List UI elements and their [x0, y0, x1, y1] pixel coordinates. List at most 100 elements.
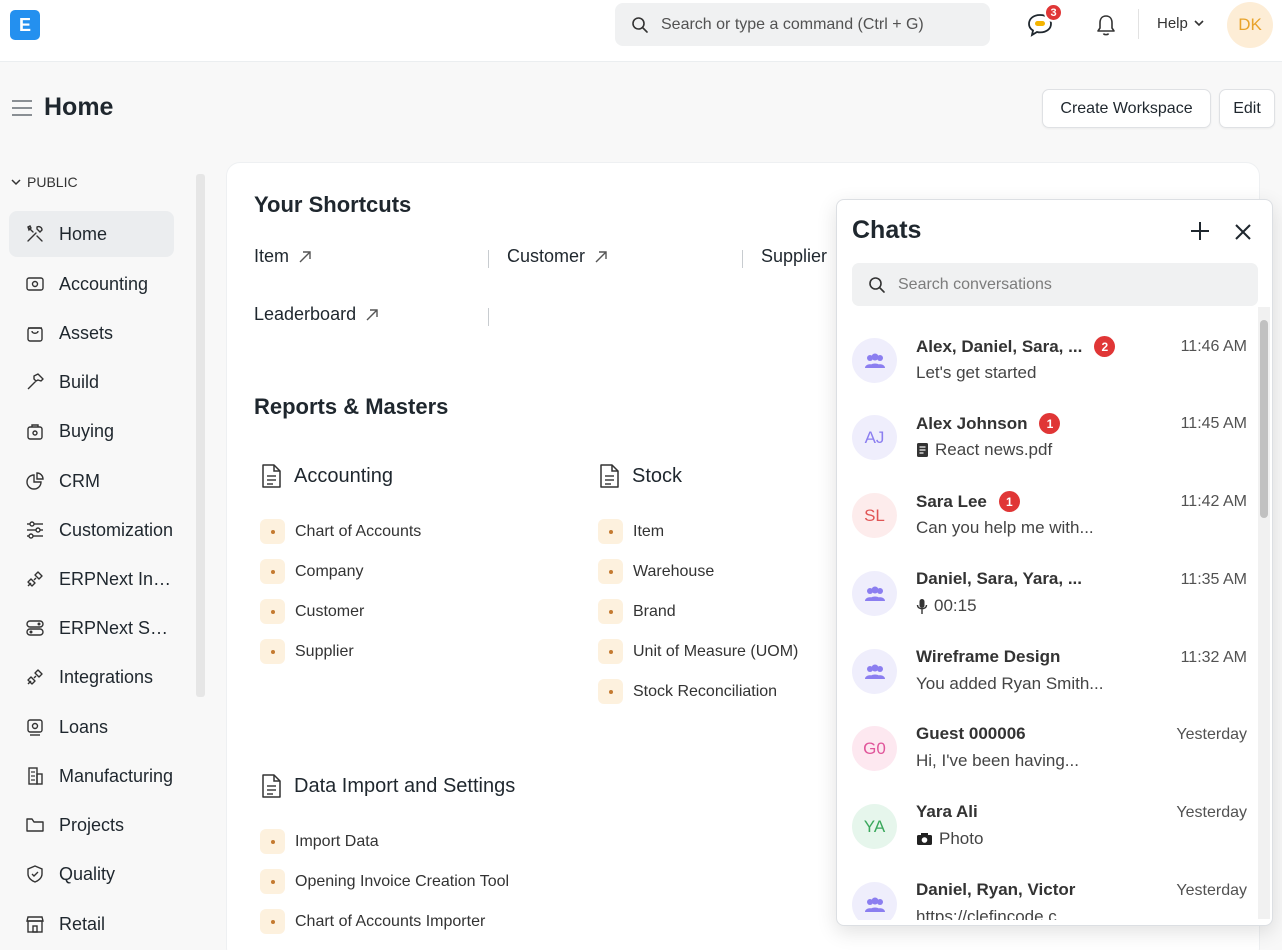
sidebar-section-public[interactable]: PUBLIC: [11, 174, 78, 190]
camera-icon: [917, 833, 932, 845]
chat-list-item[interactable]: Daniel, Ryan, Victor Yesterday https://c…: [852, 874, 1247, 920]
sidebar-item-erpnext-settings[interactable]: ERPNext Settings: [9, 605, 174, 651]
close-icon[interactable]: [1232, 221, 1254, 243]
link-opening-invoice[interactable]: Opening Invoice Creation Tool: [260, 869, 509, 894]
document-icon: [262, 774, 281, 798]
avatar: SL: [852, 493, 897, 538]
chat-list-item[interactable]: Alex, Daniel, Sara, ... 2 11:46 AM Let's …: [852, 330, 1247, 404]
user-avatar[interactable]: DK: [1227, 2, 1273, 48]
conversation-search-input[interactable]: Search conversations: [852, 263, 1258, 306]
sidebar-item-assets[interactable]: Assets: [9, 310, 174, 356]
group-avatar-icon: [852, 571, 897, 616]
chat-name-text: Daniel, Ryan, Victor: [916, 880, 1076, 899]
link-warehouse[interactable]: Warehouse: [598, 559, 714, 584]
sidebar-item-projects[interactable]: Projects: [9, 802, 174, 848]
bullet-icon: [260, 639, 285, 664]
sidebar-item-erpnext-integrations[interactable]: ERPNext Integrations: [9, 556, 174, 602]
app-logo[interactable]: E: [10, 10, 40, 40]
plus-icon[interactable]: [1188, 219, 1212, 243]
sidebar-item-buying[interactable]: Buying: [9, 408, 174, 454]
sidebar-item-accounting[interactable]: Accounting: [9, 261, 174, 307]
sidebar-item-loans[interactable]: Loans: [9, 704, 174, 750]
create-workspace-button[interactable]: Create Workspace: [1042, 89, 1211, 128]
sidebar-item-label: Build: [59, 371, 100, 392]
bullet-icon: [598, 679, 623, 704]
edit-button[interactable]: Edit: [1219, 89, 1275, 128]
link-brand[interactable]: Brand: [598, 599, 676, 624]
sidebar-item-quality[interactable]: Quality: [9, 851, 174, 897]
help-dropdown[interactable]: Help: [1157, 15, 1204, 32]
chat-name: Alex, Daniel, Sara, ... 2: [916, 336, 1116, 357]
card-stock-header[interactable]: Stock: [598, 463, 682, 489]
chat-message-text: Photo: [939, 829, 984, 848]
sidebar-item-label: Projects: [59, 814, 125, 835]
sidebar-item-build[interactable]: Build: [9, 359, 174, 405]
shortcuts-heading: Your Shortcuts: [254, 192, 412, 217]
bullet-icon: [598, 559, 623, 584]
chevron-down-icon: [11, 178, 21, 185]
link-stock-reconciliation[interactable]: Stock Reconciliation: [598, 679, 777, 704]
sidebar-scrollbar[interactable]: [196, 174, 205, 697]
chat-name-text: Yara Ali: [916, 802, 978, 821]
sidebar-item-retail[interactable]: Retail: [9, 901, 174, 947]
link-supplier[interactable]: Supplier: [260, 639, 354, 664]
chat-time: 11:32 AM: [1180, 649, 1247, 666]
group-avatar-icon: [852, 882, 897, 920]
navbar-divider: [1138, 9, 1139, 39]
bullet-icon: [260, 829, 285, 854]
bell-icon[interactable]: [1095, 13, 1117, 37]
link-chart-of-accounts[interactable]: Chart of Accounts: [260, 519, 421, 544]
unread-badge: 1: [998, 491, 1020, 512]
shortcut-item[interactable]: Item: [254, 246, 311, 267]
shortcut-supplier[interactable]: Supplier: [761, 246, 827, 267]
shortcut-divider: [488, 308, 489, 326]
chat-list-item[interactable]: AJ Alex Johnson 1 11:45 AM React news.pdf: [852, 407, 1247, 481]
card-title: Stock: [632, 464, 683, 487]
link-customer[interactable]: Customer: [260, 599, 364, 624]
link-import-data[interactable]: Import Data: [260, 829, 379, 854]
sidebar-item-manufacturing[interactable]: Manufacturing: [9, 753, 174, 799]
link-label: Unit of Measure (UOM): [633, 642, 799, 660]
toggle-icon: [25, 618, 45, 638]
chat-message-preview: React news.pdf: [916, 440, 1052, 460]
link-coa-importer[interactable]: Chart of Accounts Importer: [260, 909, 485, 934]
help-label: Help: [1157, 15, 1188, 32]
sidebar-item-label: Accounting: [59, 273, 149, 294]
sidebar-item-customization[interactable]: Customization: [9, 507, 174, 553]
link-item[interactable]: Item: [598, 519, 664, 544]
unread-badge: 2: [1094, 336, 1116, 357]
chat-list-item[interactable]: YA Yara Ali Yesterday Photo: [852, 796, 1247, 870]
chat-time: 11:42 AM: [1180, 493, 1247, 510]
chat-name: Alex Johnson 1: [916, 413, 1061, 434]
sidebar-item-home[interactable]: Home: [9, 211, 174, 257]
chat-list-scroll-thumb[interactable]: [1260, 320, 1268, 518]
search-placeholder: Search conversations: [898, 275, 1052, 293]
link-company[interactable]: Company: [260, 559, 363, 584]
bag-icon: [25, 323, 45, 343]
plug-icon: [25, 667, 45, 687]
card-data-import-header[interactable]: Data Import and Settings: [260, 773, 515, 799]
chat-message-text: React news.pdf: [935, 440, 1053, 459]
chat-unread-badge: 3: [1044, 3, 1063, 22]
group-avatar-icon: [852, 338, 897, 383]
shortcut-customer[interactable]: Customer: [507, 246, 607, 267]
sidebar-item-label: Home: [59, 223, 108, 244]
shortcut-leaderboard[interactable]: Leaderboard: [254, 304, 378, 325]
sidebar-item-integrations[interactable]: Integrations: [9, 654, 174, 700]
shopping-icon: [25, 421, 45, 441]
chat-list-item[interactable]: SL Sara Lee 1 11:42 AM Can you help me wi…: [852, 485, 1247, 559]
chat-list-item[interactable]: G0 Guest 000006 Yesterday Hi, I've been …: [852, 718, 1247, 792]
shortcut-label: Leaderboard: [254, 304, 357, 324]
command-search-input[interactable]: Search or type a command (Ctrl + G): [615, 3, 990, 46]
document-icon: [600, 464, 619, 488]
chat-name-text: Daniel, Sara, Yara, ...: [916, 569, 1083, 588]
hamburger-menu-icon[interactable]: [12, 99, 32, 117]
card-accounting-header[interactable]: Accounting: [260, 463, 393, 489]
sidebar-item-label: ERPNext Settings: [59, 617, 174, 638]
chat-list-item[interactable]: Daniel, Sara, Yara, ... 11:35 AM 00:15: [852, 563, 1247, 637]
chat-time: 11:35 AM: [1180, 571, 1247, 588]
sidebar-item-crm[interactable]: CRM: [9, 458, 174, 504]
chat-list-item[interactable]: Wireframe Design 11:32 AM You added Ryan…: [852, 641, 1247, 715]
chat-message-preview: Can you help me with...: [916, 518, 1094, 538]
link-uom[interactable]: Unit of Measure (UOM): [598, 639, 798, 664]
